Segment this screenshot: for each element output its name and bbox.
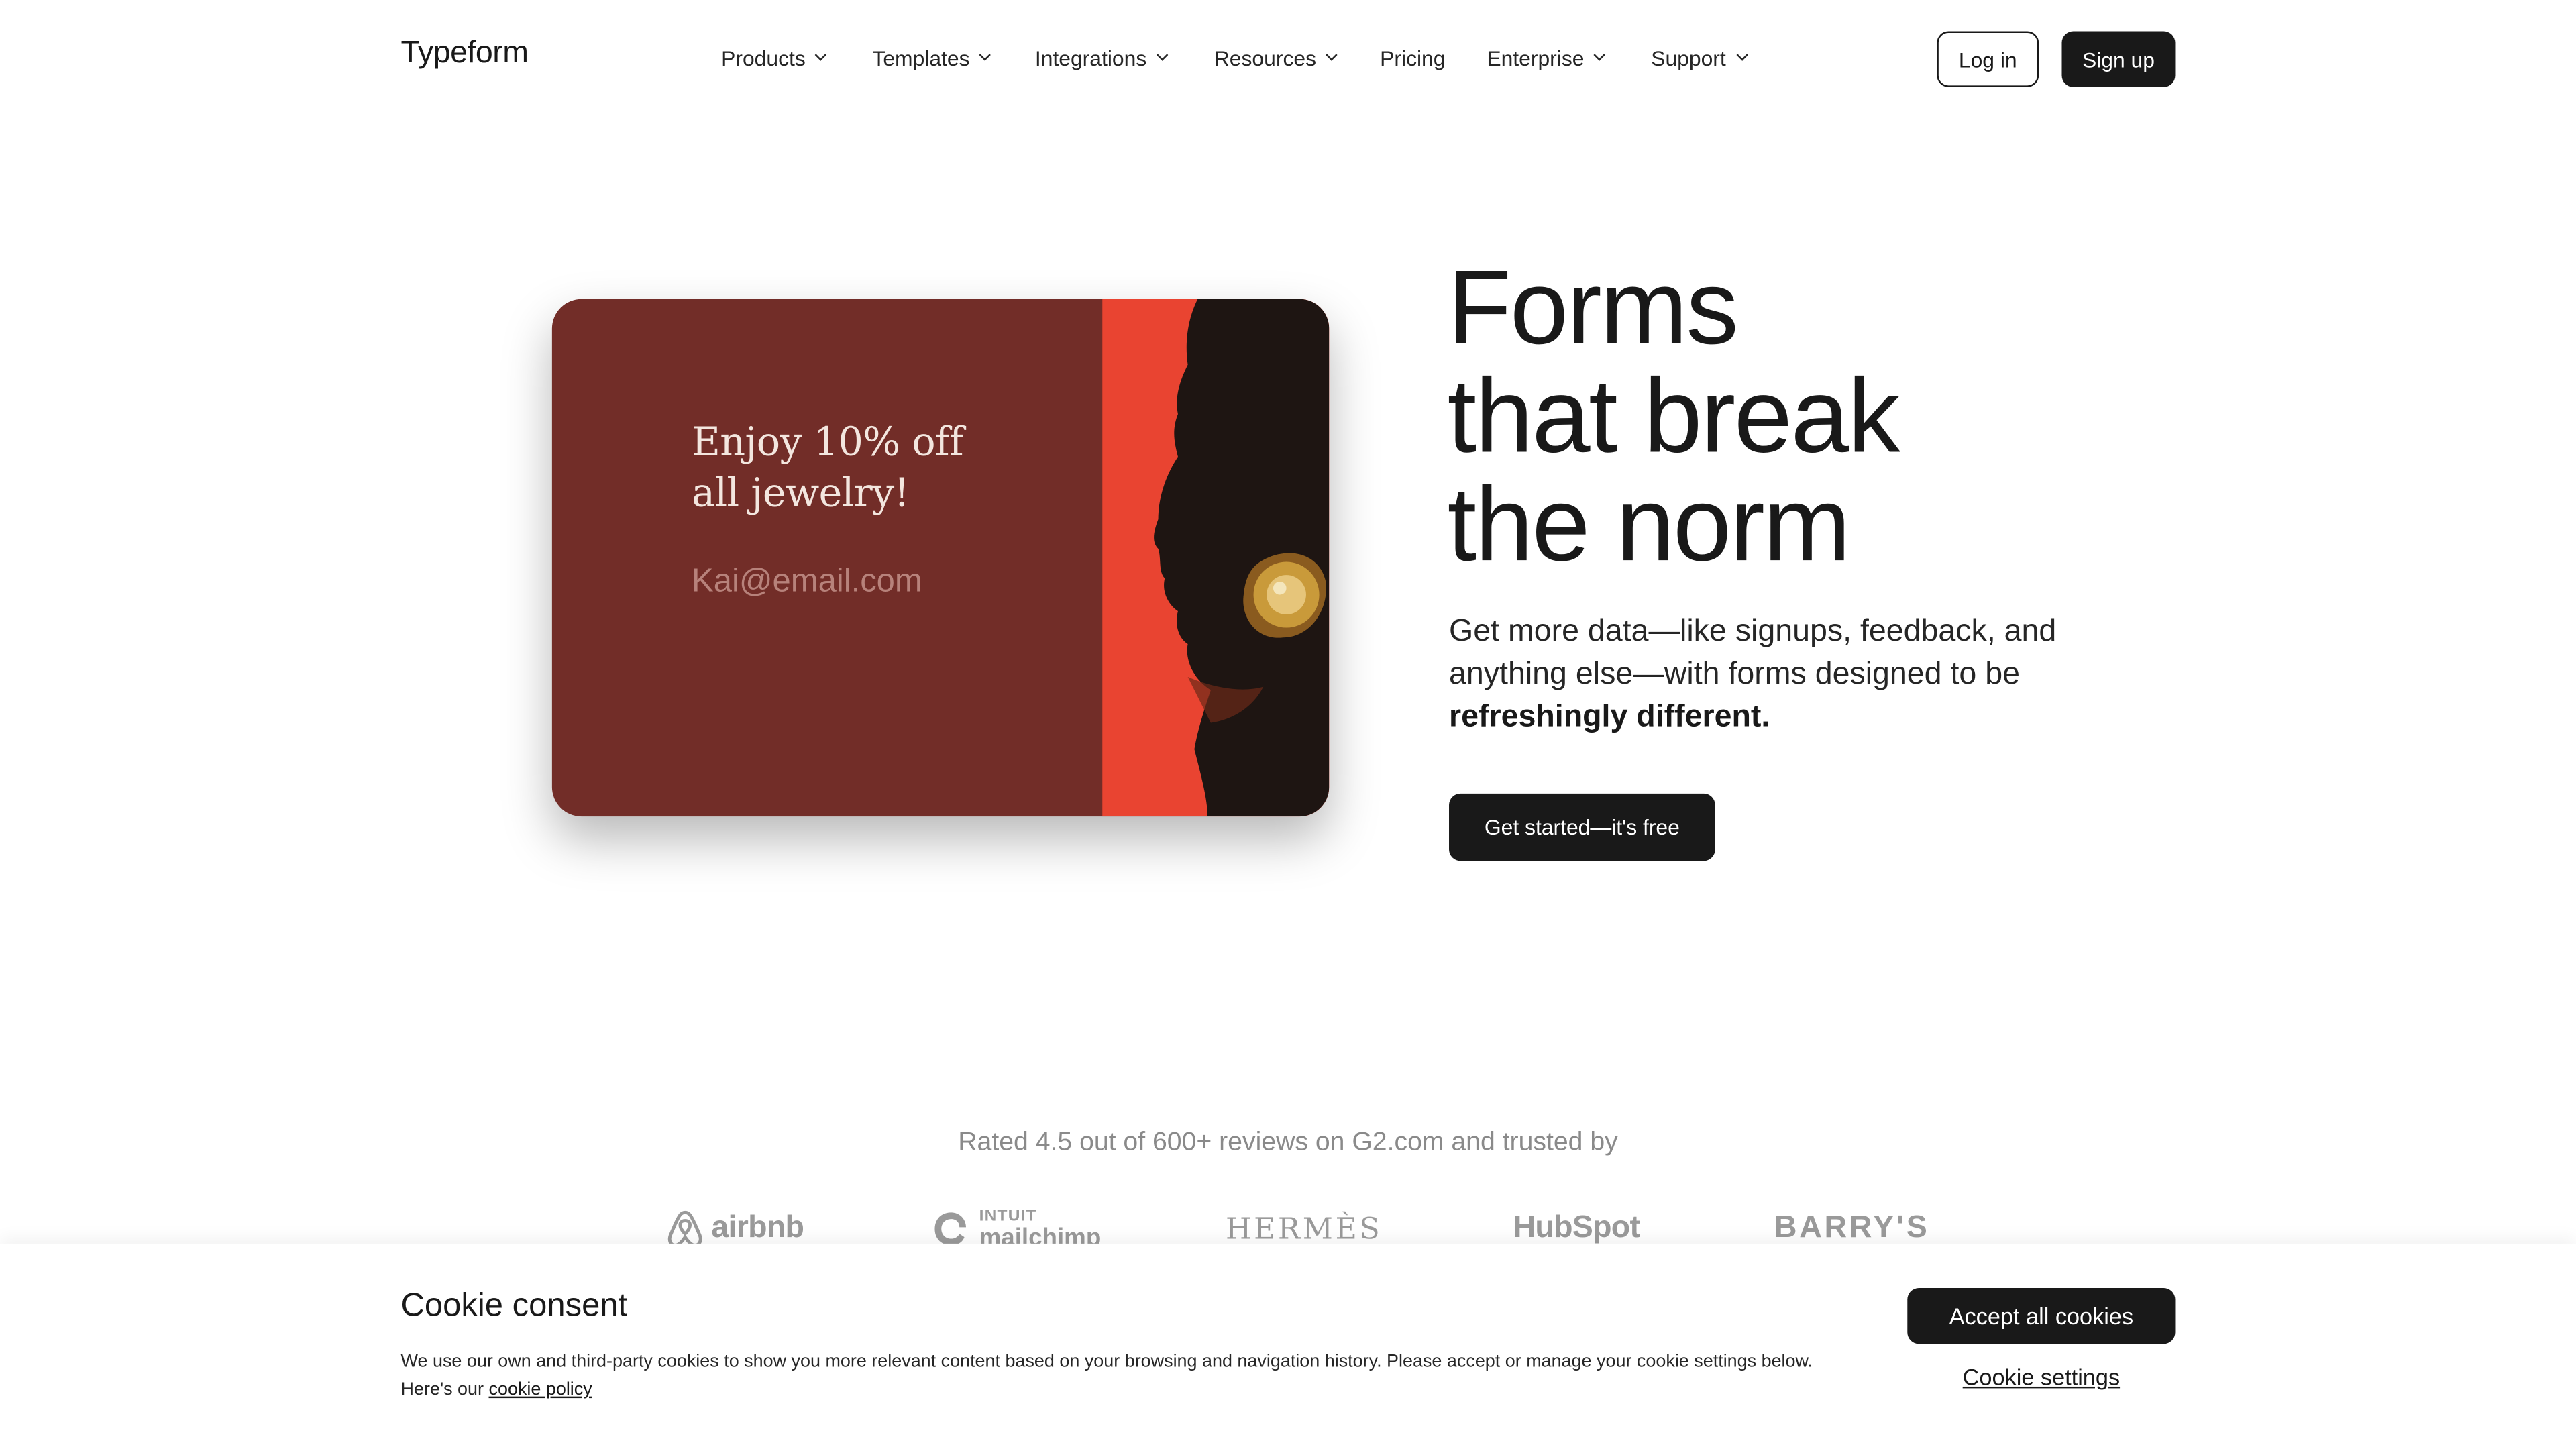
chevron-down-icon — [1594, 49, 1606, 61]
hero-form-card: Enjoy 10% off all jewelry! Kai@email.com — [551, 299, 1330, 817]
nav-integrations[interactable]: Integrations — [1034, 43, 1169, 72]
chevron-down-icon — [979, 49, 991, 61]
card-headline: Enjoy 10% off all jewelry! — [692, 419, 964, 516]
nav-products[interactable]: Products — [721, 43, 827, 72]
nav-enterprise-label: Enterprise — [1487, 45, 1585, 70]
nav-enterprise[interactable]: Enterprise — [1487, 43, 1606, 72]
hero-subtitle: Get more data—like signups, feedback, an… — [1449, 611, 2106, 739]
nav-support[interactable]: Support — [1651, 43, 1748, 72]
hero-title-line: that break — [1447, 356, 1900, 475]
chevron-down-icon — [1735, 49, 1748, 61]
cookie-text: We use our own and third-party cookies t… — [401, 1349, 1847, 1405]
nav-resources-label: Resources — [1214, 45, 1316, 70]
chevron-down-icon — [1156, 49, 1169, 61]
card-email-field: Kai@email.com — [692, 564, 922, 600]
cookie-banner: Cookie consent We use our own and third-… — [0, 1243, 2576, 1449]
nav-products-label: Products — [721, 45, 806, 70]
login-button[interactable]: Log in — [1937, 31, 2039, 87]
airbnb-logo-text: airbnb — [711, 1210, 804, 1246]
page: Typeform Products Templates Integrations… — [0, 0, 2576, 1449]
hero-title-line: the norm — [1447, 465, 1851, 584]
chevron-down-icon — [1326, 49, 1338, 61]
cookie-policy-link[interactable]: cookie policy — [489, 1380, 592, 1399]
nav-templates-label: Templates — [872, 45, 970, 70]
nav-resources[interactable]: Resources — [1214, 43, 1338, 72]
card-photo — [1102, 299, 1330, 817]
hero-subtitle-text: Get more data—like signups, feedback, an… — [1449, 614, 2057, 692]
nav-pricing[interactable]: Pricing — [1380, 43, 1445, 72]
barrys-logo: BARRY'S — [1774, 1210, 1930, 1246]
typeform-logo[interactable]: Typeform — [401, 36, 529, 72]
cookie-title: Cookie consent — [400, 1288, 628, 1324]
nav-support-label: Support — [1651, 45, 1726, 70]
chevron-down-icon — [815, 49, 827, 61]
get-started-button[interactable]: Get started—it's free — [1449, 793, 1715, 861]
accept-cookies-button[interactable]: Accept all cookies — [1907, 1288, 2176, 1344]
hubspot-logo: HubSpot — [1513, 1210, 1640, 1246]
cookie-body: We use our own and third-party cookies t… — [400, 1352, 1813, 1400]
nav-integrations-label: Integrations — [1034, 45, 1147, 70]
hero-title: Forms that break the norm — [1447, 248, 1900, 584]
nav-pricing-label: Pricing — [1380, 45, 1446, 70]
hermes-logo: HERMÈS — [1225, 1212, 1383, 1247]
cookie-settings-link[interactable]: Cookie settings — [1907, 1364, 2175, 1390]
profile-silhouette-image — [1102, 299, 1330, 817]
hero-title-line: Forms — [1447, 248, 1739, 367]
rating-text: Rated 4.5 out of 600+ reviews on G2.com … — [958, 1128, 1618, 1157]
hero-subtitle-bold: refreshingly different. — [1449, 700, 1770, 735]
mailchimp-kicker: INTUIT — [979, 1208, 1037, 1226]
signup-button[interactable]: Sign up — [2061, 31, 2176, 87]
nav-templates[interactable]: Templates — [872, 43, 991, 72]
